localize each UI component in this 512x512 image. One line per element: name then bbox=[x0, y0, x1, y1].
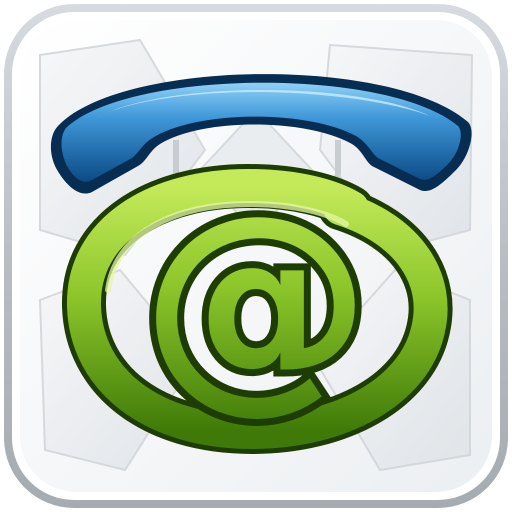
at-symbol: @ bbox=[141, 167, 371, 434]
app-icon-graphic: @ @ bbox=[4, 4, 508, 508]
icon-stage: @ @ bbox=[0, 0, 512, 512]
app-icon[interactable]: @ @ bbox=[0, 0, 512, 512]
